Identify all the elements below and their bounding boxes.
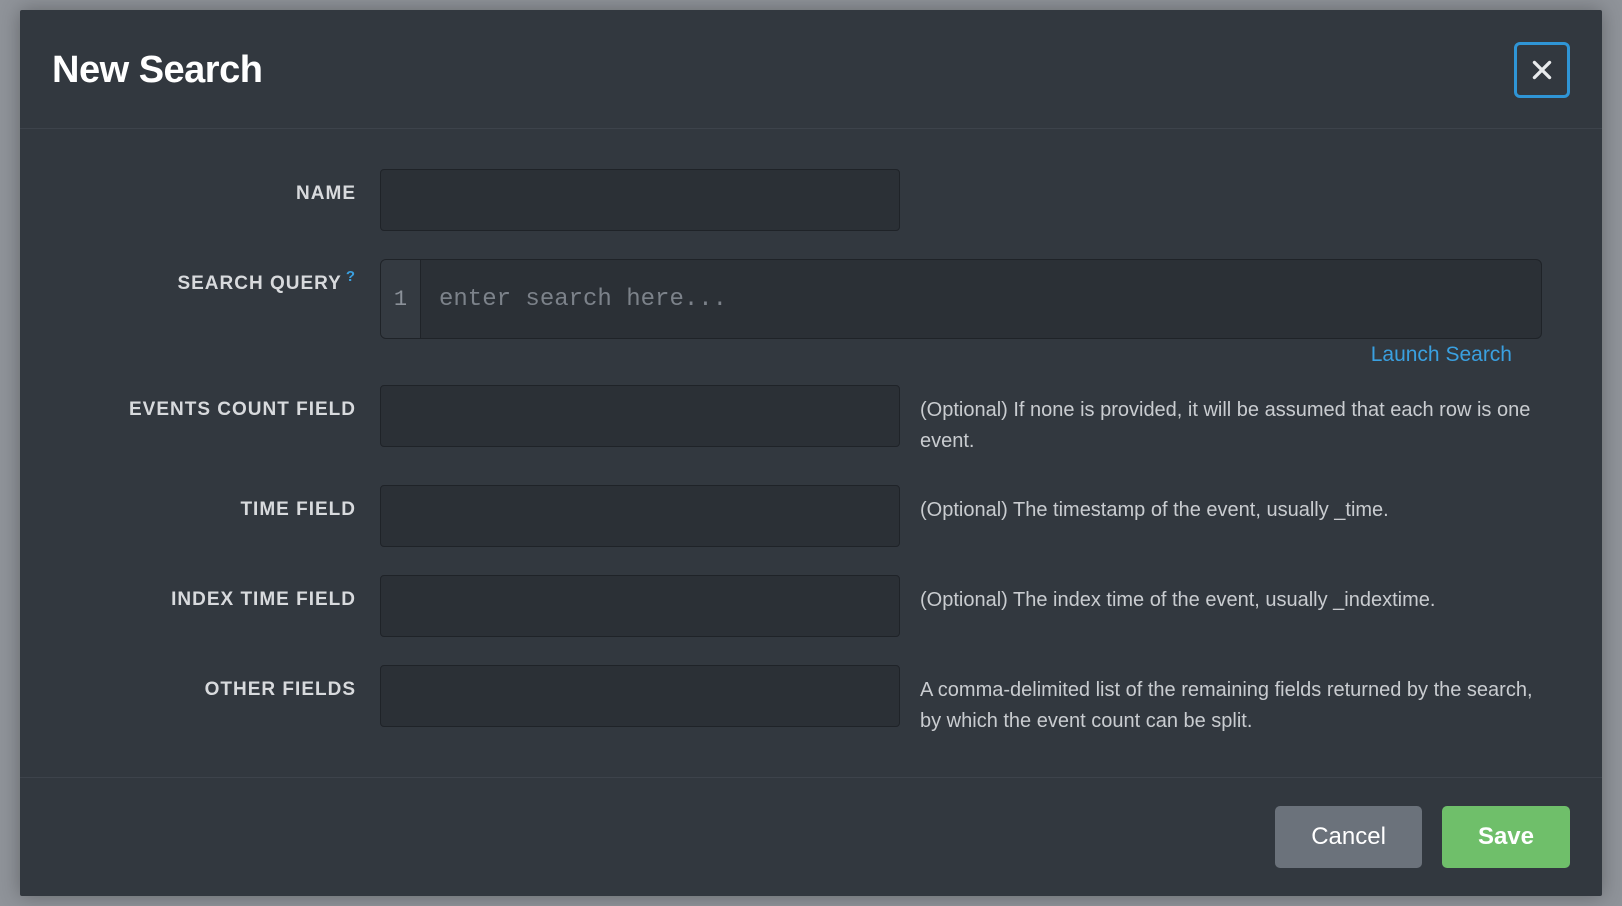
hint-index-time: (Optional) The index time of the event, …: [900, 575, 1542, 616]
close-button[interactable]: [1514, 42, 1570, 98]
form-row-events-count: EVENTS COUNT FIELD (Optional) If none is…: [80, 385, 1542, 457]
search-query-editor[interactable]: 1: [380, 259, 1542, 339]
hint-other-fields: A comma-delimited list of the remaining …: [900, 665, 1542, 737]
field-col: [380, 485, 900, 547]
label-search-query: SEARCH QUERY?: [80, 259, 380, 295]
label-search-query-text: SEARCH QUERY: [177, 273, 341, 294]
form-row-other-fields: OTHER FIELDS A comma-delimited list of t…: [80, 665, 1542, 737]
other-fields-input[interactable]: [380, 665, 900, 727]
launch-search-link[interactable]: Launch Search: [1371, 343, 1512, 367]
hint-events-count: (Optional) If none is provided, it will …: [900, 385, 1542, 457]
field-col: [380, 385, 900, 447]
time-field-input[interactable]: [380, 485, 900, 547]
form-row-time-field: TIME FIELD (Optional) The timestamp of t…: [80, 485, 1542, 547]
save-button[interactable]: Save: [1442, 806, 1570, 868]
modal-title: New Search: [52, 49, 262, 92]
form-row-name: NAME: [80, 169, 1542, 231]
hint-empty: [900, 169, 1542, 179]
new-search-modal: New Search NAME SEARCH QUERY? 1: [20, 10, 1602, 896]
label-other-fields: OTHER FIELDS: [80, 665, 380, 701]
events-count-input[interactable]: [380, 385, 900, 447]
modal-header: New Search: [20, 10, 1602, 129]
label-index-time: INDEX TIME FIELD: [80, 575, 380, 611]
editor-gutter: 1: [381, 260, 421, 338]
cancel-button[interactable]: Cancel: [1275, 806, 1422, 868]
field-wide: 1: [380, 259, 1542, 339]
label-events-count: EVENTS COUNT FIELD: [80, 385, 380, 421]
name-input[interactable]: [380, 169, 900, 231]
label-name: NAME: [80, 169, 380, 205]
hint-time-field: (Optional) The timestamp of the event, u…: [900, 485, 1542, 526]
field-col: [380, 665, 900, 727]
modal-body: NAME SEARCH QUERY? 1 Launch Search: [20, 129, 1602, 777]
modal-footer: Cancel Save: [20, 777, 1602, 896]
close-icon: [1529, 57, 1555, 83]
help-icon[interactable]: ?: [346, 268, 356, 285]
search-query-input[interactable]: [421, 260, 1541, 338]
index-time-input[interactable]: [380, 575, 900, 637]
field-col: [380, 575, 900, 637]
form-row-search-query: SEARCH QUERY? 1: [80, 259, 1542, 339]
launch-search-row: Launch Search: [80, 343, 1542, 367]
form-row-index-time: INDEX TIME FIELD (Optional) The index ti…: [80, 575, 1542, 637]
label-time-field: TIME FIELD: [80, 485, 380, 521]
field-col: [380, 169, 900, 231]
